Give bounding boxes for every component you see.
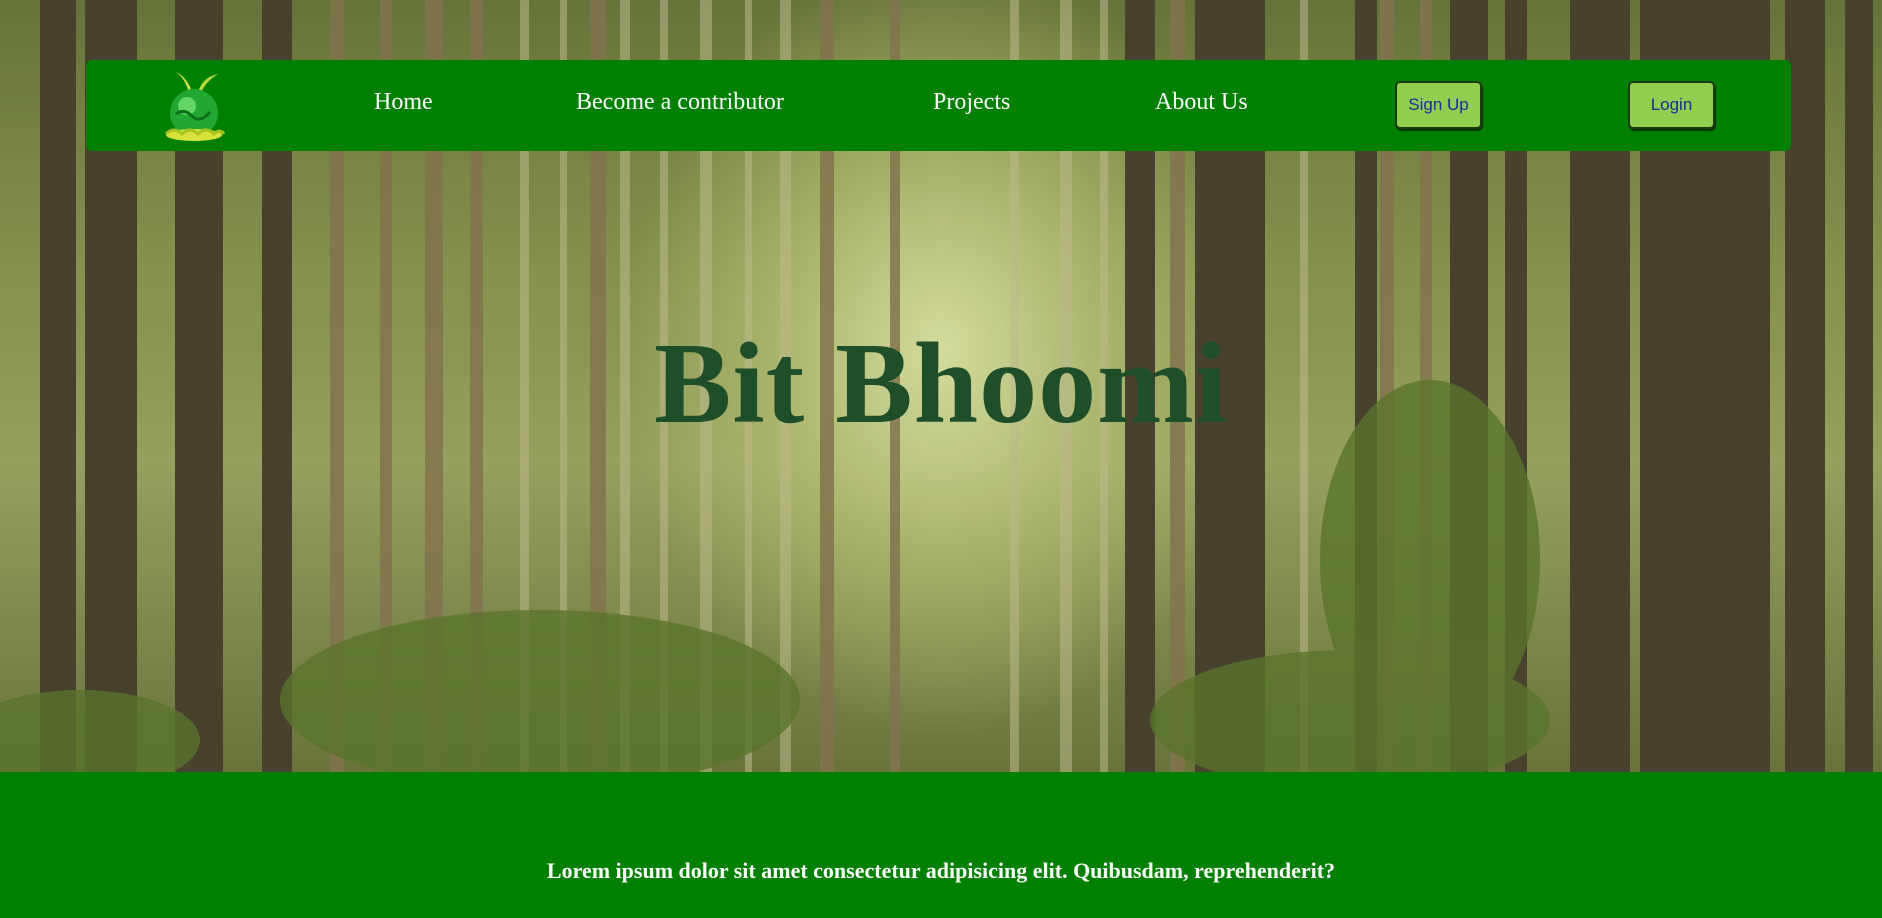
nav-become-contributor-link[interactable]: Become a contributor (576, 89, 784, 116)
hero-title: Bit Bhoomi (654, 320, 1228, 448)
nav-about-us-link[interactable]: About Us (1155, 89, 1248, 116)
globe-plant-logo-icon[interactable] (154, 68, 234, 144)
nav-home-link[interactable]: Home (374, 89, 433, 116)
navbar: Home Become a contributor Projects About… (86, 60, 1791, 151)
login-button[interactable]: Login (1628, 81, 1715, 129)
hero-forest-banner: Home Become a contributor Projects About… (0, 0, 1882, 772)
footer-tagline: Lorem ipsum dolor sit amet consectetur a… (546, 858, 1336, 883)
footer-section: Lorem ipsum dolor sit amet consectetur a… (0, 772, 1882, 918)
sign-up-button[interactable]: Sign Up (1395, 81, 1482, 129)
nav-projects-link[interactable]: Projects (933, 89, 1010, 116)
